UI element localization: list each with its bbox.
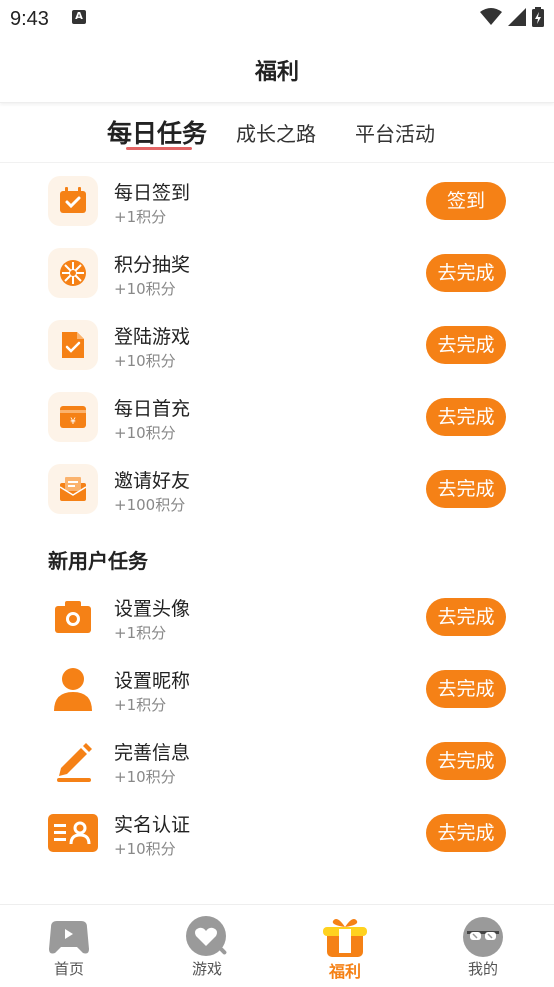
gift-icon — [323, 919, 367, 957]
nav-home[interactable]: 首页 — [0, 905, 138, 987]
tab-daily-tasks[interactable]: 每日任务 — [107, 114, 207, 150]
task-name: 邀请好友 — [114, 470, 191, 492]
task-reward: +10积分 — [114, 768, 176, 786]
task-reward: +1积分 — [114, 208, 167, 226]
nav-games[interactable]: 游戏 — [138, 905, 276, 987]
go-complete-button[interactable]: 去完成 — [426, 598, 506, 636]
task-real-name-auth: 实名认证 +10积分 去完成 — [48, 808, 508, 860]
svg-text:¥: ¥ — [70, 417, 76, 427]
task-reward: +1积分 — [114, 696, 167, 714]
task-daily-checkin: 每日签到 +1积分 签到 — [48, 176, 508, 228]
task-reward: +100积分 — [114, 496, 186, 514]
tab-bar: 每日任务 成长之路 平台活动 — [0, 104, 554, 163]
tab-growth-path[interactable]: 成长之路 — [236, 118, 316, 147]
battery-icon — [532, 7, 544, 27]
nav-welfare[interactable]: 福利 — [276, 905, 414, 987]
wifi-icon — [480, 8, 502, 25]
go-complete-button[interactable]: 去完成 — [426, 742, 506, 780]
go-complete-button[interactable]: 去完成 — [426, 814, 506, 852]
status-time: 9:43 — [10, 8, 49, 30]
profile-sunglasses-icon — [463, 917, 503, 957]
app-header: 福利 — [0, 38, 554, 103]
task-name: 设置头像 — [114, 598, 191, 620]
wallet-yen-icon: ¥ — [48, 392, 98, 442]
task-name: 完善信息 — [114, 742, 191, 764]
document-check-icon — [48, 320, 98, 370]
task-reward: +10积分 — [114, 280, 176, 298]
task-login-game: 登陆游戏 +10积分 去完成 — [48, 320, 508, 372]
page-title: 福利 — [254, 60, 299, 85]
task-name: 实名认证 — [114, 814, 191, 836]
envelope-invite-icon — [48, 464, 98, 514]
go-complete-button[interactable]: 去完成 — [426, 670, 506, 708]
task-name: 登陆游戏 — [114, 326, 191, 348]
nav-label: 首页 — [53, 960, 84, 978]
tab-platform-events[interactable]: 平台活动 — [355, 118, 435, 147]
task-name: 设置昵称 — [114, 670, 191, 692]
task-complete-info: 完善信息 +10积分 去完成 — [48, 736, 508, 788]
calendar-check-icon — [48, 176, 98, 226]
go-complete-button[interactable]: 去完成 — [426, 254, 506, 292]
lottery-wheel-icon — [48, 248, 98, 298]
go-complete-button[interactable]: 去完成 — [426, 398, 506, 436]
pencil-edit-icon — [48, 736, 98, 786]
new-user-section-title: 新用户任务 — [48, 549, 148, 573]
checkin-button[interactable]: 签到 — [426, 182, 506, 220]
task-daily-first-topup: ¥ 每日首充 +10积分 去完成 — [48, 392, 508, 444]
nav-mine[interactable]: 我的 — [414, 905, 552, 987]
nav-label: 我的 — [467, 960, 498, 978]
signal-icon — [508, 8, 526, 26]
task-points-lottery: 积分抽奖 +10积分 去完成 — [48, 248, 508, 300]
camera-icon — [48, 592, 98, 642]
task-name: 每日首充 — [114, 398, 191, 420]
game-heart-icon — [186, 916, 227, 956]
task-set-nickname: 设置昵称 +1积分 去完成 — [48, 664, 508, 716]
system-icons — [480, 7, 544, 27]
user-icon — [48, 664, 98, 714]
task-name: 积分抽奖 — [114, 254, 191, 276]
notification-a-icon: A — [72, 10, 86, 24]
go-complete-button[interactable]: 去完成 — [426, 470, 506, 508]
active-tab-indicator — [126, 147, 192, 150]
task-name: 每日签到 — [114, 182, 191, 204]
go-complete-button[interactable]: 去完成 — [426, 326, 506, 364]
task-reward: +10积分 — [114, 352, 176, 370]
id-card-icon — [48, 808, 98, 858]
task-set-avatar: 设置头像 +1积分 去完成 — [48, 592, 508, 644]
task-reward: +10积分 — [114, 840, 176, 858]
gamepad-icon — [49, 921, 89, 954]
nav-label: 游戏 — [191, 960, 222, 978]
task-reward: +1积分 — [114, 624, 167, 642]
task-reward: +10积分 — [114, 424, 176, 442]
bottom-navigation: 首页 游戏 福利 我的 — [0, 904, 554, 987]
task-invite-friends: 邀请好友 +100积分 去完成 — [48, 464, 508, 516]
status-bar: 9:43 A — [0, 0, 554, 38]
nav-label: 福利 — [328, 962, 361, 981]
